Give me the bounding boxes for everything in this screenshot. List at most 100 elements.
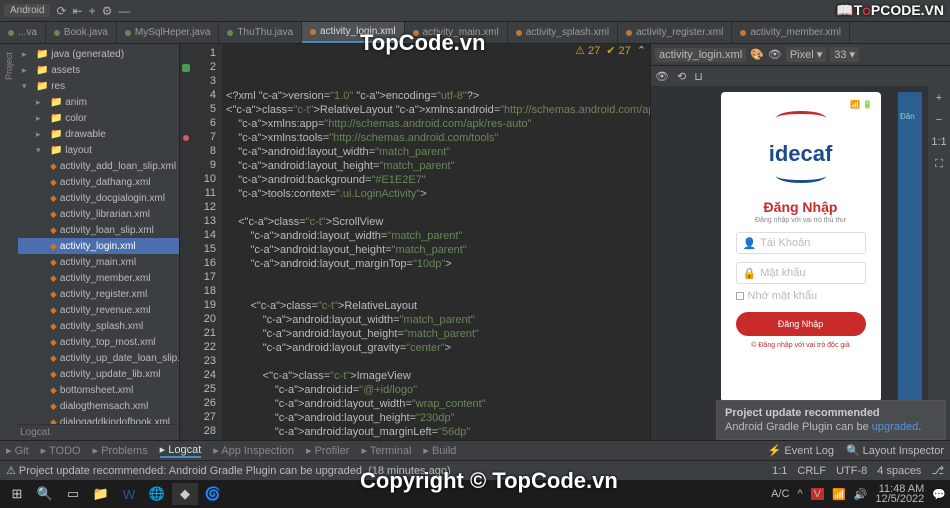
editor-tab[interactable]: Book.java — [46, 22, 117, 43]
tree-file[interactable]: ◆dialogaddkindofbook.xml — [18, 414, 179, 424]
code-area[interactable]: ⚠ 27✔ 27⌃ <?xml "c-a">version="1.0" "c-a… — [222, 44, 650, 440]
password-input[interactable]: 🔒Mật khẩu — [736, 262, 866, 284]
bottom-tab[interactable]: ▸ TODO — [41, 444, 81, 457]
device-select[interactable]: Pixel ▾ — [786, 47, 826, 62]
tree-folder[interactable]: ▸📁 color — [18, 110, 179, 126]
api-select[interactable]: 33 ▾ — [830, 47, 859, 62]
android-studio-icon[interactable]: ◆ — [172, 483, 198, 505]
bottom-tab[interactable]: ▸ Terminal — [361, 444, 411, 457]
tray-v-icon[interactable]: V — [811, 488, 824, 500]
editor-tab[interactable]: activity_main.xml — [405, 22, 508, 43]
tree-folder[interactable]: ▾📁 res — [18, 78, 179, 94]
username-input[interactable]: 👤Tài Khoản — [736, 232, 866, 254]
code-inspection[interactable]: ⚠ 27✔ 27⌃ — [575, 44, 646, 58]
bottom-tab[interactable]: ▸ Build — [423, 444, 456, 457]
tree-folder[interactable]: ▸📁 java (generated) — [18, 46, 179, 62]
remember-checkbox[interactable]: Nhớ mật khẩu — [736, 290, 866, 302]
start-button[interactable]: ⊞ — [4, 483, 30, 505]
login-button[interactable]: Đăng Nhập — [736, 312, 866, 336]
zoom-out-icon[interactable]: − — [936, 114, 942, 126]
indent[interactable]: 4 spaces — [877, 465, 921, 477]
lang-indicator[interactable]: A/C — [771, 488, 789, 500]
code-editor[interactable]: 1234567891011121314151617181920212223242… — [180, 44, 650, 440]
layout-inspector[interactable]: 🔍 Layout Inspector — [846, 444, 944, 457]
tree-file[interactable]: ◆dialogthemsach.xml — [18, 398, 179, 414]
tree-file[interactable]: ◆activity_up_date_loan_slip.xml — [18, 350, 179, 366]
tree-file[interactable]: ◆activity_dathang.xml — [18, 174, 179, 190]
tree-file[interactable]: ◆activity_main.xml — [18, 254, 179, 270]
bottom-tab[interactable]: ▸ App Inspection — [213, 444, 294, 457]
add-icon[interactable]: + — [89, 4, 96, 18]
project-select[interactable]: Android — [4, 4, 50, 17]
bottom-tab[interactable]: ▸ Profiler — [306, 444, 349, 457]
editor-tab[interactable]: ThuThu.java — [219, 22, 302, 43]
project-tool[interactable]: Project — [4, 52, 14, 80]
word-icon[interactable]: W — [116, 483, 142, 505]
edge-icon[interactable]: 🌀 — [200, 483, 226, 505]
reader-link[interactable]: © Đăng nhập với vai trò độc giả — [751, 342, 849, 349]
layout-preview: activity_login.xml 🎨 👁 Pixel ▾ 33 ▾ 👁 ⟲ … — [650, 44, 950, 440]
palette-icon[interactable]: 🎨 — [750, 48, 764, 61]
editor-tab[interactable]: activity_register.xml — [618, 22, 732, 43]
editor-tab[interactable]: ...va — [0, 22, 46, 43]
tree-file[interactable]: ◆activity_add_loan_slip.xml — [18, 158, 179, 174]
tree-file[interactable]: ◆activity_update_lib.xml — [18, 366, 179, 382]
bottom-tool-tabs: ▸ Git ▸ TODO ▸ Problems ▸ Logcat ▸ App Inspe… — [0, 440, 950, 460]
tray-up-icon[interactable]: ^ — [797, 488, 802, 500]
tree-file[interactable]: ◆activity_loan_slip.xml — [18, 222, 179, 238]
explorer-icon[interactable]: 📁 — [88, 483, 114, 505]
logcat-label[interactable]: Logcat — [0, 424, 179, 440]
tree-file[interactable]: ◆activity_revenue.xml — [18, 302, 179, 318]
sync-icon[interactable]: ⟳ — [56, 4, 66, 18]
blueprint-preview[interactable]: Đăn — [898, 92, 922, 402]
volume-icon[interactable]: 🔊 — [854, 488, 868, 501]
windows-taskbar: ⊞ 🔍 ▭ 📁 W 🌐 ◆ 🌀 A/C ^ V 📶 🔊 11:48 AM12/5… — [0, 480, 950, 508]
left-tool-strip: Project — [0, 44, 18, 440]
tree-file[interactable]: ◆activity_librarian.xml — [18, 206, 179, 222]
zoom-in-icon[interactable]: + — [936, 92, 942, 104]
bottom-tab[interactable]: ▸ Git — [6, 444, 29, 457]
tree-file[interactable]: ◆bottomsheet.xml — [18, 382, 179, 398]
event-log[interactable]: ⚡ Event Log — [768, 444, 834, 457]
bottom-tab[interactable]: ▸ Logcat — [160, 443, 202, 458]
editor-tab[interactable]: activity_member.xml — [732, 22, 850, 43]
hide-icon[interactable]: — — [118, 4, 130, 18]
tree-file[interactable]: ◆activity_top_most.xml — [18, 334, 179, 350]
preview-file[interactable]: activity_login.xml — [655, 48, 746, 62]
task-view-icon[interactable]: ▭ — [60, 483, 86, 505]
tree-folder[interactable]: ▾📁 layout — [18, 142, 179, 158]
settings-icon[interactable]: ⚙ — [102, 4, 113, 18]
tree-file[interactable]: ◆activity_login.xml — [18, 238, 179, 254]
tree-file[interactable]: ◆activity_register.xml — [18, 286, 179, 302]
editor-tab[interactable]: activity_login.xml — [302, 22, 405, 43]
collapse-icon[interactable]: ⇤ — [73, 4, 83, 18]
notif-icon[interactable]: 💬 — [932, 488, 946, 501]
editor-tab[interactable]: MySqlHeper.java — [117, 22, 220, 43]
project-tree[interactable]: ▸📁 java (generated)▸📁 assets▾📁 res▸📁 ani… — [18, 44, 179, 424]
notif-link[interactable]: upgraded — [872, 421, 919, 433]
charset[interactable]: UTF-8 — [836, 465, 867, 477]
expand-icon[interactable]: ⛶ — [935, 158, 943, 171]
breakpoint-gutter[interactable] — [180, 44, 192, 440]
device-preview[interactable]: 📶 🔋 idecaf Đăng Nhập Đăng nhập với vai t… — [721, 92, 881, 402]
notification-popup[interactable]: Project update recommended Android Gradl… — [716, 400, 946, 440]
rotate-icon[interactable]: ⟲ — [677, 70, 686, 83]
tree-folder[interactable]: ▸📁 assets — [18, 62, 179, 78]
chrome-icon[interactable]: 🌐 — [144, 483, 170, 505]
visibility-icon[interactable]: 👁 — [655, 70, 669, 83]
tree-file[interactable]: ◆activity_docgialogin.xml — [18, 190, 179, 206]
zoom-fit-icon[interactable]: 1:1 — [931, 136, 946, 148]
tree-file[interactable]: ◆activity_splash.xml — [18, 318, 179, 334]
cursor-pos: 1:1 — [772, 465, 787, 477]
tree-folder[interactable]: ▸📁 drawable — [18, 126, 179, 142]
editor-tab[interactable]: activity_splash.xml — [508, 22, 618, 43]
eye-icon[interactable]: 👁 — [768, 48, 782, 61]
line-ending[interactable]: CRLF — [797, 465, 826, 477]
clock[interactable]: 11:48 AM12/5/2022 — [875, 484, 924, 504]
tree-file[interactable]: ◆activity_member.xml — [18, 270, 179, 286]
tree-folder[interactable]: ▸📁 anim — [18, 94, 179, 110]
bottom-tab[interactable]: ▸ Problems — [93, 444, 148, 457]
search-icon[interactable]: 🔍 — [32, 483, 58, 505]
branch-icon[interactable]: ⎇ — [931, 464, 944, 477]
wifi-icon[interactable]: 📶 — [832, 488, 846, 501]
